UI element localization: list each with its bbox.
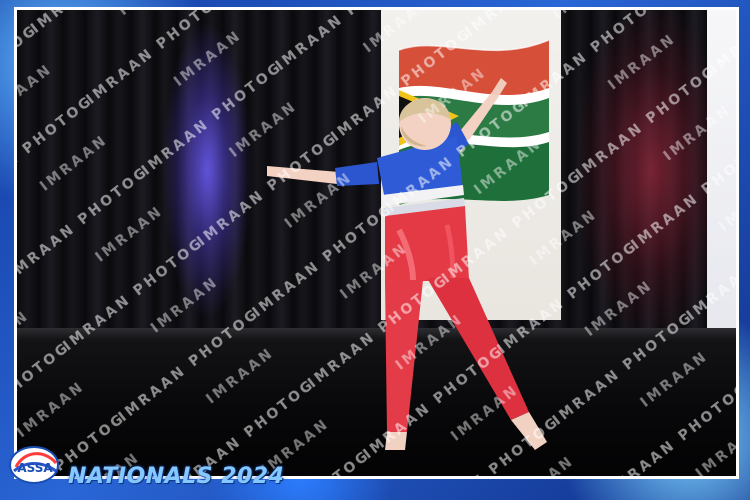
event-title: NATIONALS 2024 [68,464,285,489]
photo-watermark: IMRAAN PHOTOGRAPHY IMRAAN PHOTOGRAPHY [17,10,736,476]
assa-logo-icon: ASSA [6,443,64,487]
photo: IMRAAN PHOTOGRAPHY IMRAAN PHOTOGRAPHY [17,10,736,476]
logo-text: ASSA [17,461,53,475]
